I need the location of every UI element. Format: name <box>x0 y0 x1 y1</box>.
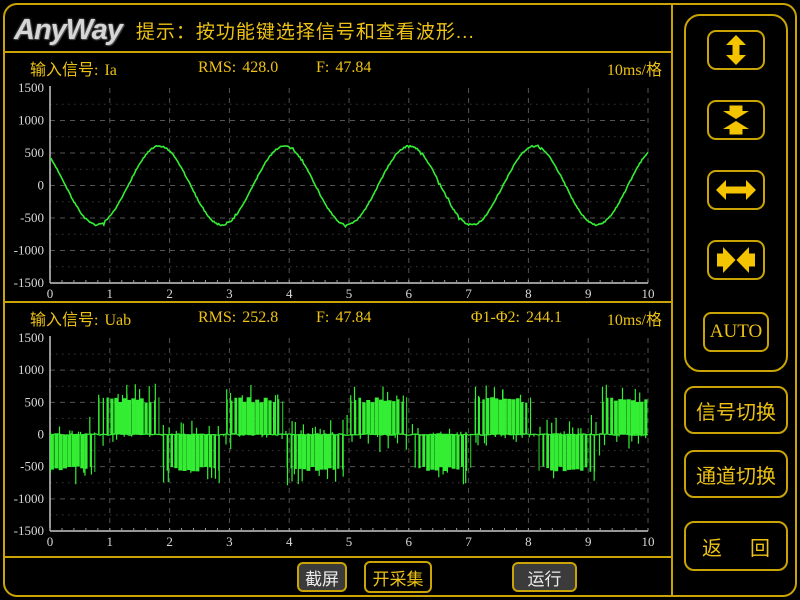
phase-diff-value: 244.1 <box>526 309 562 326</box>
freq-label: F: <box>316 309 329 326</box>
uab-waveform-plot: 150010005000-500-1000-1500012345678910 <box>8 330 670 552</box>
timebase-value: 10ms/格 <box>590 306 670 330</box>
anyway-logo: AnyWay <box>14 14 136 47</box>
channel-switch-button[interactable]: 通道切换 <box>684 450 788 498</box>
svg-text:4: 4 <box>286 534 293 549</box>
svg-text:5: 5 <box>346 286 353 301</box>
svg-text:3: 3 <box>226 286 233 301</box>
svg-text:1: 1 <box>107 534 114 549</box>
svg-text:4: 4 <box>286 286 293 301</box>
svg-text:2: 2 <box>166 534 173 549</box>
phase-diff-label: Φ1-Φ2: <box>471 309 520 326</box>
freq-label: F: <box>316 59 329 76</box>
svg-text:6: 6 <box>406 286 413 301</box>
rms-value: 428.0 <box>242 59 278 76</box>
panel1-header: 输入信号: Ia RMS: 428.0 F: 47.84 10ms/格 <box>8 57 670 79</box>
svg-text:9: 9 <box>585 286 592 301</box>
svg-text:8: 8 <box>525 534 532 549</box>
freq-value: 47.84 <box>335 309 371 326</box>
horizontal-expand-button[interactable] <box>707 170 765 210</box>
svg-text:7: 7 <box>465 534 472 549</box>
signal-switch-button[interactable]: 信号切换 <box>684 386 788 434</box>
arrows-vertical-compress-icon <box>716 105 756 135</box>
svg-text:1: 1 <box>107 286 114 301</box>
back-label-right: 回 <box>750 532 770 561</box>
svg-text:1000: 1000 <box>18 113 44 128</box>
rms-label: RMS: <box>198 59 236 76</box>
svg-text:9: 9 <box>585 534 592 549</box>
svg-text:-500: -500 <box>20 459 44 474</box>
svg-text:7: 7 <box>465 286 472 301</box>
run-button[interactable]: 运行 <box>512 562 577 592</box>
svg-text:5: 5 <box>346 534 353 549</box>
freq-value: 47.84 <box>335 59 371 76</box>
arrows-horizontal-compress-icon <box>716 245 756 275</box>
svg-text:3: 3 <box>226 534 233 549</box>
signal-label: 输入信号: <box>30 62 98 79</box>
signal-value: Uab <box>104 312 131 329</box>
header-divider <box>5 51 671 53</box>
svg-text:0: 0 <box>47 534 54 549</box>
svg-text:10: 10 <box>642 534 655 549</box>
svg-text:-1500: -1500 <box>14 275 44 290</box>
svg-text:0: 0 <box>38 427 45 442</box>
svg-text:8: 8 <box>525 286 532 301</box>
sidebar-divider <box>671 5 673 595</box>
back-label-left: 返 <box>702 532 722 561</box>
timebase-value: 10ms/格 <box>590 56 670 80</box>
svg-text:-1500: -1500 <box>14 523 44 538</box>
panel2-header: 输入信号: Uab RMS: 252.8 F: 47.84 Φ1-Φ2: 244.1 1… <box>8 307 670 329</box>
svg-text:1500: 1500 <box>18 80 44 95</box>
svg-text:10: 10 <box>642 286 655 301</box>
svg-text:-1000: -1000 <box>14 491 44 506</box>
back-button[interactable]: 返 回 <box>684 521 788 571</box>
footer-divider <box>5 556 671 558</box>
panel-divider <box>5 301 671 303</box>
vertical-expand-button[interactable] <box>707 30 765 70</box>
screenshot-button[interactable]: 截屏 <box>297 562 347 592</box>
header-bar: AnyWay 提示：按功能键选择信号和查看波形... <box>14 10 475 50</box>
horizontal-compress-button[interactable] <box>707 240 765 280</box>
signal-label: 输入信号: <box>30 312 98 329</box>
start-capture-button[interactable]: 开采集 <box>364 561 432 593</box>
auto-button[interactable]: AUTO <box>703 312 769 352</box>
signal-value: Ia <box>104 62 116 79</box>
svg-text:6: 6 <box>406 534 413 549</box>
rms-value: 252.8 <box>242 309 278 326</box>
arrows-vertical-expand-icon <box>716 35 756 65</box>
ia-waveform-plot: 150010005000-500-1000-1500012345678910 <box>8 78 670 304</box>
svg-text:1000: 1000 <box>18 362 44 377</box>
svg-text:0: 0 <box>38 178 45 193</box>
arrows-horizontal-expand-icon <box>716 175 756 205</box>
svg-text:500: 500 <box>25 145 45 160</box>
svg-text:1500: 1500 <box>18 330 44 345</box>
instrument-screen: AnyWay 提示：按功能键选择信号和查看波形... 输入信号: Ia RMS: 4… <box>0 0 800 600</box>
rms-label: RMS: <box>198 309 236 326</box>
hint-text: 提示：按功能键选择信号和查看波形... <box>136 17 475 44</box>
svg-text:-1000: -1000 <box>14 243 44 258</box>
svg-text:-500: -500 <box>20 210 44 225</box>
svg-text:2: 2 <box>166 286 173 301</box>
vertical-compress-button[interactable] <box>707 100 765 140</box>
svg-text:500: 500 <box>25 394 45 409</box>
svg-text:0: 0 <box>47 286 54 301</box>
